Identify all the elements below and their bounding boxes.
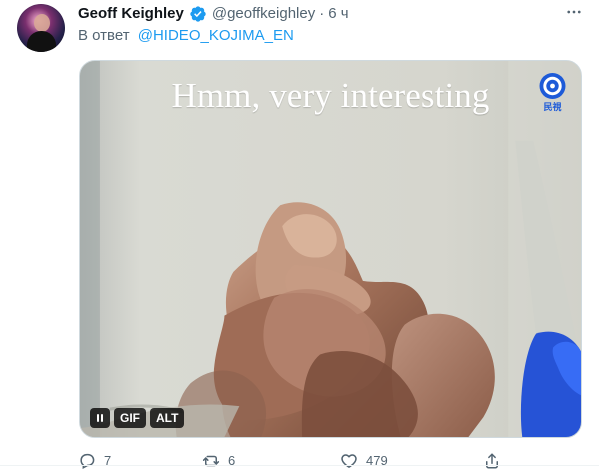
reply-button[interactable]: 7 [78,452,111,470]
reply-icon [78,452,96,470]
gif-caption: Hmm, very interesting [171,76,490,115]
gif-controls: GIF ALT [90,408,185,428]
reply-mention-link[interactable]: @HIDEO_KOJIMA_EN [138,27,294,44]
share-icon [483,452,501,470]
author-display-name[interactable]: Geoff Keighley [78,4,184,24]
broadcast-logo-text: 民視 [543,101,561,113]
author-avatar[interactable] [17,4,65,52]
retweet-count: 6 [228,453,236,468]
like-count: 479 [366,453,388,468]
walrus-gif-frame [80,61,581,437]
alt-text-button[interactable]: ALT [150,408,185,428]
tweet-card[interactable]: Geoff Keighley @geoffkeighley · 6 ч В от… [0,0,599,470]
heart-icon [340,452,358,470]
pause-icon [97,414,99,422]
pause-gif-button[interactable] [90,408,110,428]
tweet-header: Geoff Keighley @geoffkeighley · 6 ч [78,4,349,24]
meta-separator: · [319,5,325,22]
tweet-actions: 7 6 479 [78,452,508,470]
reply-prefix: В ответ [78,27,130,44]
share-button[interactable] [483,452,501,470]
verified-badge-icon [189,5,207,23]
tweet-gif-media[interactable]: Hmm, very interesting 民視 GIF ALT [79,60,582,438]
gif-badge: GIF [114,408,146,428]
pause-icon-secondary-bar [101,414,103,422]
more-horizontal-icon [565,3,583,26]
broadcast-logo: 民視 [539,73,566,113]
reply-count: 7 [104,453,112,468]
more-options-button[interactable] [565,5,583,23]
retweet-icon [202,452,220,470]
author-handle[interactable]: @geoffkeighley [212,4,315,24]
reply-context: В ответ @HIDEO_KOJIMA_EN [78,26,294,46]
tweet-timestamp[interactable]: 6 ч [328,4,348,24]
retweet-button[interactable]: 6 [202,452,235,470]
like-button[interactable]: 479 [340,452,388,470]
